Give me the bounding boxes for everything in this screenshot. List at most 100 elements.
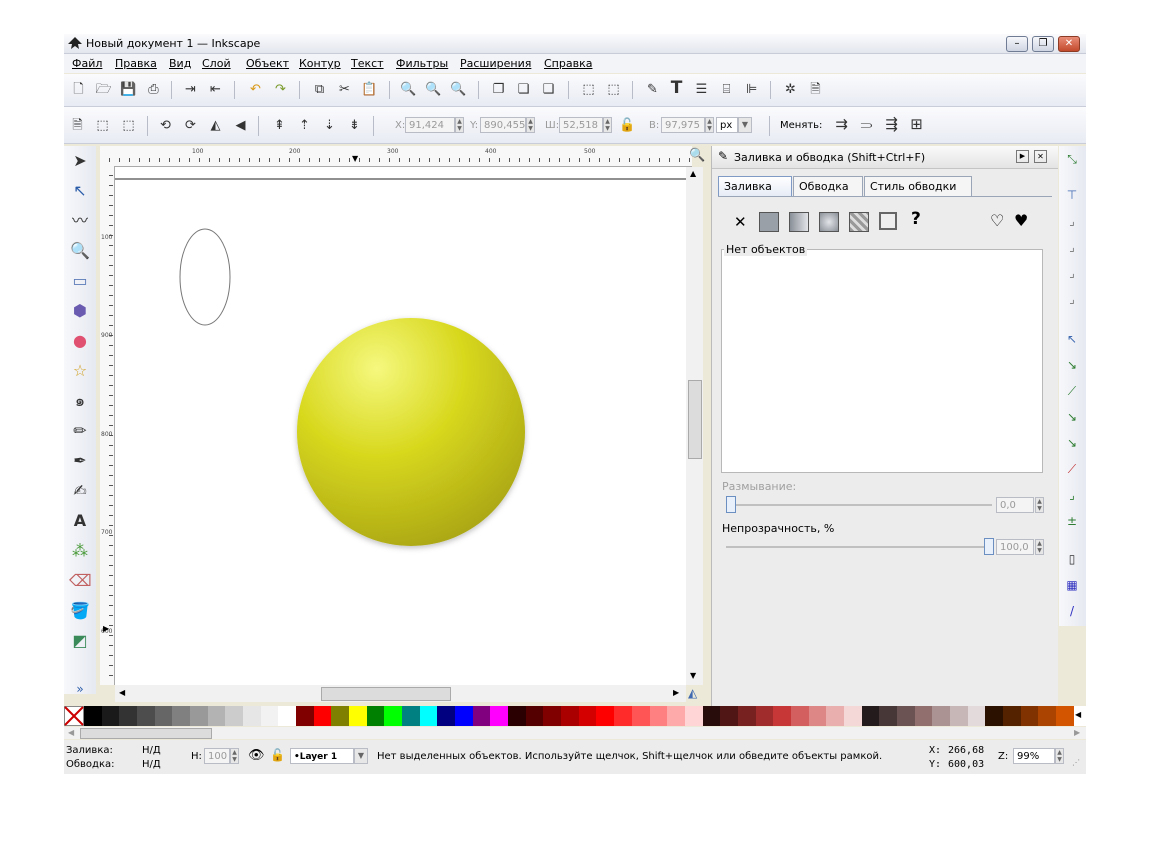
duplicate-icon[interactable]: ❐ [490,81,507,98]
unset-paint-icon[interactable]: ? [911,209,921,229]
color-swatch[interactable] [437,706,456,726]
radial-gradient-icon[interactable] [819,212,839,232]
maximize-button[interactable]: ❐ [1032,36,1054,52]
horizontal-scrollbar[interactable]: ◀ ▶ [115,685,686,702]
color-swatch[interactable] [172,706,191,726]
color-swatch[interactable] [543,706,562,726]
lower-icon[interactable]: ⇣ [321,117,338,134]
scroll-right-icon[interactable]: ▶ [673,688,679,697]
color-swatch[interactable] [154,706,173,726]
palette-scroll-left-icon[interactable]: ◀ [68,728,74,737]
color-swatch[interactable] [243,706,261,726]
move-gradients-icon[interactable]: ⇶ [883,116,900,133]
pattern-icon[interactable] [849,212,869,232]
zoom-selection-icon[interactable]: 🔍 [400,81,417,98]
color-swatch[interactable] [578,706,597,726]
tab-fill[interactable]: Заливка [718,176,792,196]
clone-icon[interactable]: ❏ [515,81,532,98]
color-swatch[interactable] [1038,706,1056,726]
menu-view[interactable]: Вид [169,57,191,70]
pencil-tool-icon[interactable]: ✏ [69,420,91,442]
rectangle-tool-icon[interactable]: ▭ [69,270,91,292]
color-swatch[interactable] [879,706,897,726]
scale-stroke-icon[interactable]: ⇉ [833,116,850,133]
menu-object[interactable]: Объект [246,57,289,70]
fill-stroke-icon[interactable]: ✎ [644,81,661,98]
color-swatch[interactable] [914,706,933,726]
tweak-tool-icon[interactable]: 〰 [69,210,91,232]
color-swatch[interactable] [260,706,279,726]
move-patterns-icon[interactable]: ⊞ [908,116,925,133]
cut-icon[interactable]: ✂ [336,81,353,98]
export-icon[interactable]: ⇤ [207,81,224,98]
copy-icon[interactable]: ⧉ [311,81,328,98]
rotate-cw-icon[interactable]: ⟳ [182,117,199,134]
snap-midpoint-icon[interactable]: ⟋ [1062,460,1082,478]
dialog-close-icon[interactable]: ✕ [1034,150,1047,163]
current-layer-select[interactable]: •Layer 1 [290,748,354,764]
paste-icon[interactable]: 📋 [361,81,378,98]
drawing-canvas[interactable] [115,167,686,685]
tab-stroke-paint[interactable]: Обводка [793,176,863,196]
zoom-drawing-icon[interactable]: 🔍 [425,81,442,98]
undo-icon[interactable]: ↶ [247,81,264,98]
flip-vertical-icon[interactable]: ◀ [232,117,249,134]
y-field[interactable]: 890,455 [480,117,526,133]
unlink-clone-icon[interactable]: ❑ [540,81,557,98]
color-swatch[interactable] [684,706,703,726]
color-swatch[interactable] [1020,706,1039,726]
menu-extensions[interactable]: Расширения [460,57,531,70]
palette-scroll-thumb[interactable] [80,728,212,739]
w-spin[interactable]: ▲ ▼ [603,117,612,133]
snap-bbox-center-icon[interactable]: ⌟ [1062,290,1082,308]
scroll-down-icon[interactable]: ▼ [690,671,696,680]
open-icon[interactable]: 🗁 [95,81,112,98]
color-swatch[interactable] [702,706,721,726]
color-swatch[interactable] [455,706,473,726]
menu-edit[interactable]: Правка [115,57,157,70]
snap-bbox-midpoint-icon[interactable]: ⌟ [1062,264,1082,282]
snap-grid-icon[interactable]: ▦ [1062,576,1082,594]
dialog-collapse-icon[interactable]: ▶ [1016,150,1029,163]
color-swatch[interactable] [614,706,632,726]
menu-help[interactable]: Справка [544,57,592,70]
scroll-up-icon[interactable]: ▲ [690,169,696,178]
color-swatch[interactable] [649,706,668,726]
save-icon[interactable]: 💾 [120,81,137,98]
color-swatch[interactable] [472,706,491,726]
linear-gradient-icon[interactable] [789,212,809,232]
snap-nodes-icon[interactable]: ↖ [1062,330,1082,348]
scroll-left-icon[interactable]: ◀ [119,688,125,697]
no-color-swatch[interactable] [64,706,84,726]
text-tool-icon[interactable]: A [69,510,91,532]
color-swatch[interactable] [808,706,827,726]
ellipse-tool-icon[interactable]: ● [69,330,91,352]
ellipse-object[interactable] [179,228,231,326]
color-swatch[interactable] [207,706,226,726]
document-properties-icon[interactable]: 🗎 [807,81,824,98]
color-swatch[interactable] [119,706,138,726]
select-all-layers-icon[interactable]: ⬚ [94,117,111,134]
zoom-tool-icon[interactable]: 🔍 [69,240,91,262]
eraser-tool-icon[interactable]: ⌫ [69,570,92,592]
layer-lock-icon[interactable]: 🔓 [270,748,285,762]
w-field[interactable]: 52,518 [559,117,603,133]
snap-bbox-corner-icon[interactable]: ⌟ [1062,238,1082,256]
color-swatch[interactable] [967,706,986,726]
snap-rotation-center-icon[interactable]: ± [1062,512,1082,530]
snap-guide-icon[interactable]: / [1062,602,1082,620]
import-icon[interactable]: ⇥ [182,81,199,98]
ungroup-icon[interactable]: ⬚ [605,81,622,98]
3d-box-tool-icon[interactable]: ⬢ [69,300,91,322]
color-swatch[interactable] [490,706,509,726]
menu-path[interactable]: Контур [299,57,341,70]
color-swatch[interactable] [949,706,968,726]
deselect-icon[interactable]: ⬚ [120,117,137,134]
color-swatch[interactable] [296,706,314,726]
x-field[interactable]: 91,424 [405,117,455,133]
zoom-page-icon[interactable]: 🔍 [450,81,467,98]
color-swatch[interactable] [932,706,950,726]
color-swatch[interactable] [84,706,102,726]
unit-dropdown-icon[interactable]: ▼ [738,117,752,133]
layer-dropdown-icon[interactable]: ▼ [354,748,368,764]
